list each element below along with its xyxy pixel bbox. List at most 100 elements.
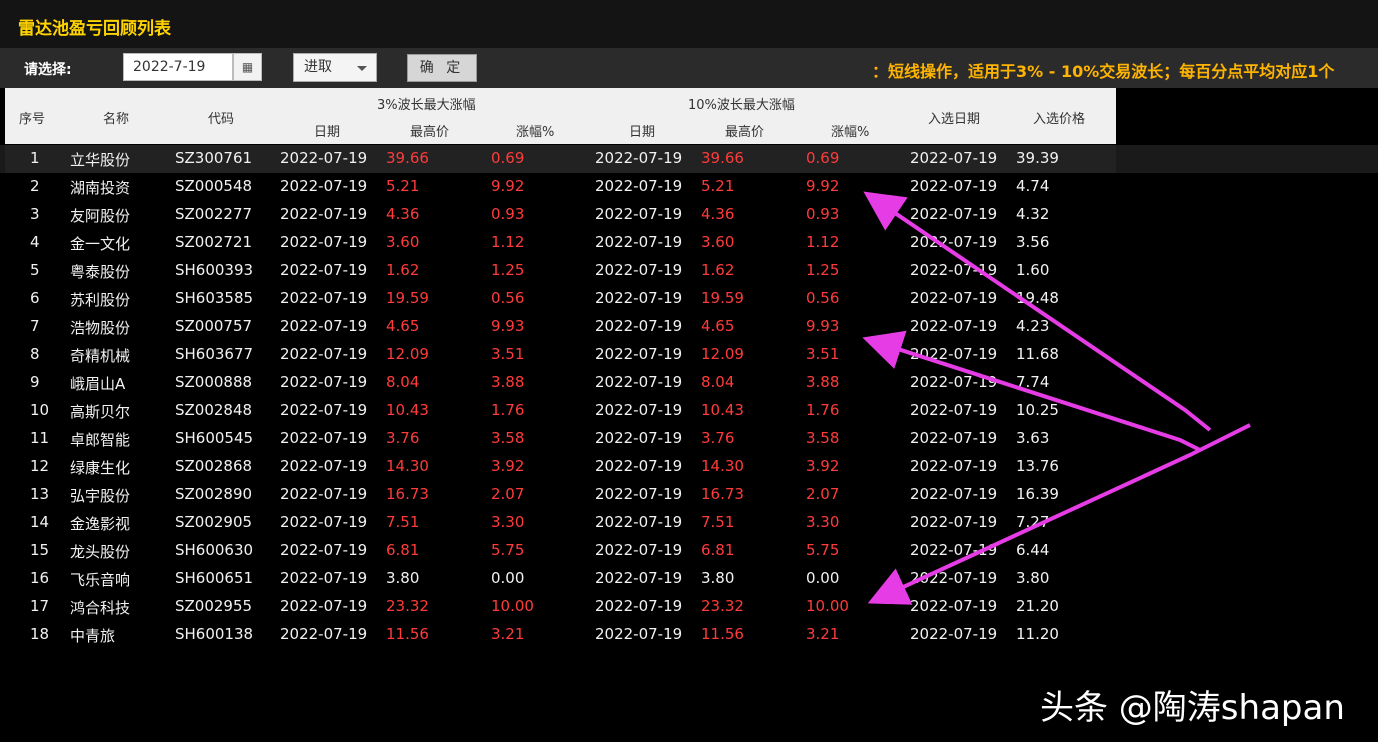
cell-p3: 1.25 [491, 261, 525, 279]
cell-h3: 3.80 [386, 569, 420, 587]
table-row[interactable]: 16 飞乐音响 SH600651 2022-07-19 3.80 0.00 2022-07-… [0, 565, 1378, 593]
table-row[interactable]: 7 浩物股份 SZ000757 2022-07-19 4.65 9.93 2022-07-1… [0, 313, 1378, 341]
cell-code: SH600651 [175, 569, 254, 587]
mode-select[interactable]: 进取 [293, 53, 377, 82]
cell-ep: 6.44 [1016, 541, 1050, 559]
table-row[interactable]: 8 奇精机械 SH603677 2022-07-19 12.09 3.51 2022-07-… [0, 341, 1378, 369]
cell-ed: 2022-07-19 [910, 317, 998, 335]
table-row[interactable]: 4 金一文化 SZ002721 2022-07-19 3.60 1.12 2022-07-1… [0, 229, 1378, 257]
cell-p10: 1.12 [806, 233, 840, 251]
col-entry-price[interactable]: 入选价格 [1033, 108, 1085, 127]
table-row[interactable]: 11 卓郎智能 SH600545 2022-07-19 3.76 3.58 2022-07-… [0, 425, 1378, 453]
cell-p3: 10.00 [491, 597, 534, 615]
col-code[interactable]: 代码 [208, 108, 234, 127]
cell-d3: 2022-07-19 [280, 513, 368, 531]
cell-h3: 6.81 [386, 541, 420, 559]
cell-seq: 14 [30, 513, 50, 531]
cell-h10: 10.43 [701, 401, 744, 419]
cell-p3: 3.30 [491, 513, 525, 531]
cell-d10: 2022-07-19 [595, 233, 683, 251]
cell-ed: 2022-07-19 [910, 261, 998, 279]
cell-h10: 4.36 [701, 205, 735, 223]
cell-ed: 2022-07-19 [910, 401, 998, 419]
col-entry-date[interactable]: 入选日期 [928, 108, 980, 127]
col-high-10[interactable]: 最高价 [725, 121, 764, 140]
cell-ed: 2022-07-19 [910, 177, 998, 195]
cell-d3: 2022-07-19 [280, 373, 368, 391]
cell-seq: 11 [30, 429, 50, 447]
watermark: 头条 @陶涛shapan [1040, 688, 1345, 728]
col-pct-3[interactable]: 涨幅% [516, 121, 554, 140]
cell-d3: 2022-07-19 [280, 429, 368, 447]
table-row[interactable]: 12 绿康生化 SZ002868 2022-07-19 14.30 3.92 2022-07… [0, 453, 1378, 481]
cell-code: SZ002277 [175, 205, 253, 223]
table-row[interactable]: 18 中青旅 SH600138 2022-07-19 11.56 3.21 2022-07-… [0, 621, 1378, 649]
table-row[interactable]: 15 龙头股份 SH600630 2022-07-19 6.81 5.75 2022-07-… [0, 537, 1378, 565]
cell-h3: 3.60 [386, 233, 420, 251]
table-row[interactable]: 6 苏利股份 SH603585 2022-07-19 19.59 0.56 2022-07-… [0, 285, 1378, 313]
cell-code: SH603677 [175, 345, 254, 363]
cell-d10: 2022-07-19 [595, 345, 683, 363]
table-row[interactable]: 3 友阿股份 SZ002277 2022-07-19 4.36 0.93 2022-07-1… [0, 201, 1378, 229]
cell-ed: 2022-07-19 [910, 569, 998, 587]
cell-p10: 9.93 [806, 317, 840, 335]
cell-code: SZ000757 [175, 317, 253, 335]
cell-h3: 4.65 [386, 317, 420, 335]
calendar-icon[interactable]: ▦ [233, 53, 262, 81]
table-row[interactable]: 9 峨眉山A SZ000888 2022-07-19 8.04 3.88 2022-07-1… [0, 369, 1378, 397]
confirm-button[interactable]: 确 定 [407, 54, 477, 82]
table-row[interactable]: 2 湖南投资 SZ000548 2022-07-19 5.21 9.92 2022-07-1… [0, 173, 1378, 201]
cell-p3: 1.12 [491, 233, 525, 251]
cell-d10: 2022-07-19 [595, 541, 683, 559]
cell-ep: 11.20 [1016, 625, 1059, 643]
cell-d3: 2022-07-19 [280, 485, 368, 503]
cell-h10: 39.66 [701, 149, 744, 167]
cell-p3: 0.93 [491, 205, 525, 223]
col-pct-10[interactable]: 涨幅% [831, 121, 869, 140]
cell-p10: 3.88 [806, 373, 840, 391]
cell-p3: 3.51 [491, 345, 525, 363]
cell-seq: 5 [30, 261, 40, 279]
cell-d3: 2022-07-19 [280, 345, 368, 363]
col-high-3[interactable]: 最高价 [410, 121, 449, 140]
cell-name: 金逸影视 [70, 515, 131, 533]
col-seq[interactable]: 序号 [19, 108, 45, 127]
table-row[interactable]: 10 高斯贝尔 SZ002848 2022-07-19 10.43 1.76 2022-07… [0, 397, 1378, 425]
table-row[interactable]: 17 鸿合科技 SZ002955 2022-07-19 23.32 10.00 2022-0… [0, 593, 1378, 621]
cell-h3: 12.09 [386, 345, 429, 363]
cell-code: SZ002905 [175, 513, 253, 531]
table-row[interactable]: 14 金逸影视 SZ002905 2022-07-19 7.51 3.30 2022-07-… [0, 509, 1378, 537]
cell-name: 苏利股份 [70, 291, 131, 309]
cell-d10: 2022-07-19 [595, 485, 683, 503]
cell-d10: 2022-07-19 [595, 457, 683, 475]
cell-ep: 21.20 [1016, 597, 1059, 615]
table-row[interactable]: 5 粤泰股份 SH600393 2022-07-19 1.62 1.25 2022-07-1… [0, 257, 1378, 285]
cell-p3: 3.88 [491, 373, 525, 391]
cell-p10: 9.92 [806, 177, 840, 195]
cell-d3: 2022-07-19 [280, 541, 368, 559]
cell-name: 金一文化 [70, 235, 131, 253]
col-date-3[interactable]: 日期 [314, 121, 340, 140]
cell-h3: 1.62 [386, 261, 420, 279]
cell-d10: 2022-07-19 [595, 317, 683, 335]
cell-d3: 2022-07-19 [280, 205, 368, 223]
cell-h10: 5.21 [701, 177, 735, 195]
col-date-10[interactable]: 日期 [629, 121, 655, 140]
cell-ep: 4.32 [1016, 205, 1050, 223]
cell-p10: 0.93 [806, 205, 840, 223]
cell-ed: 2022-07-19 [910, 541, 998, 559]
cell-ep: 3.80 [1016, 569, 1050, 587]
cell-name: 湖南投资 [70, 179, 131, 197]
cell-ep: 4.74 [1016, 177, 1050, 195]
table-row[interactable]: 13 弘宇股份 SZ002890 2022-07-19 16.73 2.07 2022-07… [0, 481, 1378, 509]
cell-code: SH603585 [175, 289, 254, 307]
cell-ed: 2022-07-19 [910, 233, 998, 251]
table-row[interactable]: 1 立华股份 SZ300761 2022-07-19 39.66 0.69 2022-07-… [0, 145, 1378, 173]
cell-ep: 13.76 [1016, 457, 1059, 475]
cell-h10: 12.09 [701, 345, 744, 363]
col-name[interactable]: 名称 [103, 108, 129, 127]
cell-ed: 2022-07-19 [910, 597, 998, 615]
cell-p10: 1.25 [806, 261, 840, 279]
cell-d3: 2022-07-19 [280, 261, 368, 279]
date-input[interactable]: 2022-7-19 [123, 53, 233, 81]
